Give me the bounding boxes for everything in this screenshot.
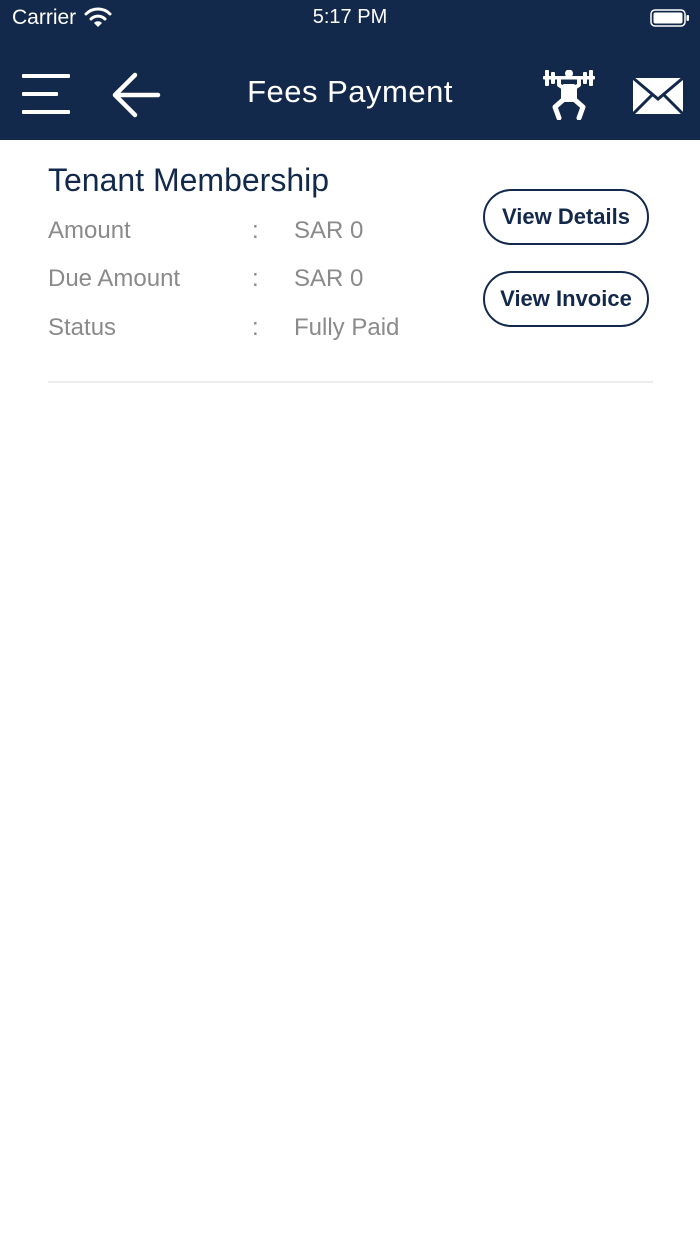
view-details-button[interactable]: View Details — [483, 189, 649, 245]
due-amount-value: SAR 0 — [294, 265, 364, 292]
view-invoice-button[interactable]: View Invoice — [483, 271, 649, 327]
due-amount-separator: : — [252, 265, 259, 292]
amount-row: Amount : SAR 0 — [48, 217, 468, 253]
page-title: Fees Payment — [247, 74, 453, 109]
amount-label: Amount — [48, 217, 131, 244]
weightlifter-icon[interactable] — [542, 70, 596, 120]
battery-icon — [650, 9, 689, 27]
app-header: Carrier 5:17 PM Fees Payment — [0, 0, 700, 140]
status-bar: Carrier 5:17 PM — [0, 0, 700, 36]
nav-bar: Fees Payment — [0, 50, 700, 140]
amount-separator: : — [252, 217, 259, 244]
status-row: Status : Fully Paid — [48, 314, 468, 350]
status-time: 5:17 PM — [312, 6, 388, 28]
due-amount-row: Due Amount : SAR 0 — [48, 265, 468, 301]
membership-title: Tenant Membership — [48, 162, 330, 198]
mail-icon[interactable] — [632, 76, 684, 116]
status-value: Fully Paid — [294, 314, 400, 341]
due-amount-label: Due Amount — [48, 265, 181, 292]
status-label: Status — [48, 314, 117, 341]
divider — [48, 381, 653, 383]
back-arrow-icon[interactable] — [110, 70, 162, 120]
amount-value: SAR 0 — [294, 217, 364, 244]
menu-icon[interactable] — [22, 72, 72, 116]
status-separator: : — [252, 314, 259, 341]
